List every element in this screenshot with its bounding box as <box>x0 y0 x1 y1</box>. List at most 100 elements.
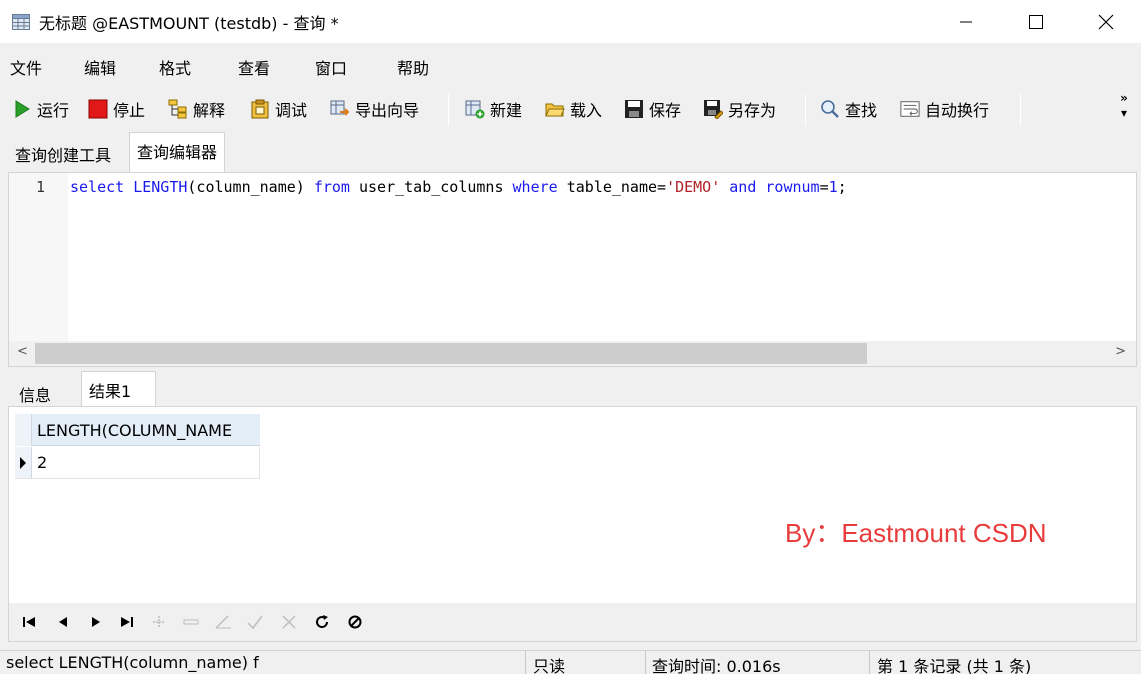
find-label: 查找 <box>845 101 878 120</box>
code-token: where <box>512 178 558 196</box>
line-gutter: 1 <box>9 173 68 341</box>
delete-record-icon[interactable] <box>181 613 201 631</box>
new-query-icon <box>465 99 485 119</box>
scrollbar-thumb[interactable] <box>35 343 867 364</box>
run-label: 运行 <box>37 101 70 120</box>
minimize-button[interactable] <box>931 0 1001 43</box>
previous-record-icon[interactable] <box>53 613 73 631</box>
save-button[interactable]: 保存 <box>624 96 681 122</box>
sql-editor[interactable]: 1 select LENGTH(column_name) from user_t… <box>8 172 1137 367</box>
debug-icon <box>250 99 270 119</box>
next-record-icon[interactable] <box>86 613 106 631</box>
export-wizard-button[interactable]: 导出向导 <box>330 96 419 122</box>
grid-corner <box>15 414 32 446</box>
debug-label: 调试 <box>275 101 308 120</box>
status-divider <box>525 651 526 674</box>
close-icon <box>1098 14 1114 29</box>
overflow-chevron-icon: » <box>1120 91 1128 105</box>
menu-view[interactable]: 查看 <box>238 55 270 79</box>
code-token: table_name= <box>557 178 667 196</box>
word-wrap-label: 自动换行 <box>925 101 990 120</box>
add-record-icon[interactable] <box>149 613 169 631</box>
last-record-icon[interactable] <box>117 613 137 631</box>
save-label: 保存 <box>649 101 682 120</box>
window-title: 无标题 @EASTMOUNT (testdb) - 查询 * <box>39 13 339 33</box>
stop-icon <box>88 99 108 119</box>
toolbar: 运行 停止 解释 调试 导出向导 新建 载入 保存 另存为 查找 自动换行 » … <box>0 87 1141 131</box>
watermark-text: By：Eastmount CSDN <box>785 518 1047 548</box>
row-indicator <box>15 447 32 478</box>
column-header[interactable]: LENGTH(COLUMN_NAME <box>37 421 259 440</box>
load-label: 载入 <box>570 101 603 120</box>
current-row-arrow-icon <box>20 456 26 469</box>
explain-tree-icon <box>168 99 188 119</box>
refresh-icon[interactable] <box>312 613 332 631</box>
save-as-label: 另存为 <box>728 101 777 120</box>
overflow-dropdown-icon: ▾ <box>1120 106 1128 120</box>
menu-window[interactable]: 窗口 <box>315 55 347 79</box>
apply-changes-icon[interactable] <box>245 613 265 631</box>
run-button[interactable]: 运行 <box>12 96 69 122</box>
scroll-left-icon[interactable]: < <box>17 344 28 359</box>
explain-label: 解释 <box>193 101 226 120</box>
code-token: 'DEMO' <box>666 178 721 196</box>
menu-edit[interactable]: 编辑 <box>84 55 116 79</box>
code-token: rownum <box>765 178 820 196</box>
menu-file[interactable]: 文件 <box>10 55 42 79</box>
code-token: select <box>70 178 125 196</box>
export-wizard-label: 导出向导 <box>355 101 420 120</box>
code-token: 1 <box>828 178 838 196</box>
explain-button[interactable]: 解释 <box>168 96 225 122</box>
new-button[interactable]: 新建 <box>465 96 522 122</box>
tab-query-builder[interactable]: 查询创建工具 <box>8 136 118 172</box>
status-sql: select LENGTH(column_name) f <box>6 653 259 672</box>
toolbar-divider <box>805 94 806 126</box>
editor-horizontal-scrollbar[interactable]: < > <box>9 341 1136 366</box>
menu-format[interactable]: 格式 <box>159 55 191 79</box>
stop-button[interactable]: 停止 <box>88 96 145 122</box>
menu-help[interactable]: 帮助 <box>397 55 429 79</box>
save-disk-icon <box>624 99 644 119</box>
status-bar: select LENGTH(column_name) f 只读 查询时间: 0.… <box>0 650 1141 674</box>
title-bar: 无标题 @EASTMOUNT (testdb) - 查询 * <box>0 0 1141 43</box>
code-token: user_tab_columns <box>349 178 513 196</box>
tab-info[interactable]: 信息 <box>12 376 58 406</box>
load-button[interactable]: 载入 <box>545 96 602 122</box>
status-record: 第 1 条记录 (共 1 条) <box>877 657 1032 674</box>
results-panel: LENGTH(COLUMN_NAME 2 By：Eastmount CSDN <box>8 406 1137 642</box>
minimize-icon <box>960 21 972 22</box>
status-divider <box>869 651 870 674</box>
save-as-icon <box>703 99 723 119</box>
new-label: 新建 <box>490 101 523 120</box>
word-wrap-button[interactable]: 自动换行 <box>900 96 989 122</box>
toolbar-divider <box>1020 94 1021 126</box>
discard-changes-icon[interactable] <box>279 613 299 631</box>
find-button[interactable]: 查找 <box>820 96 877 122</box>
code-line[interactable]: select LENGTH(column_name) from user_tab… <box>70 178 847 196</box>
close-button[interactable] <box>1071 0 1141 43</box>
tab-query-editor[interactable]: 查询编辑器 <box>129 132 226 173</box>
edit-record-icon[interactable] <box>213 613 233 631</box>
code-token: and <box>729 178 757 196</box>
table-row[interactable]: 2 <box>15 447 260 479</box>
table-cell[interactable]: 2 <box>37 453 47 472</box>
status-query-time: 查询时间: 0.016s <box>652 657 781 674</box>
first-record-icon[interactable] <box>19 613 39 631</box>
toolbar-divider <box>448 94 449 126</box>
maximize-button[interactable] <box>1001 0 1071 43</box>
status-divider <box>645 651 646 674</box>
code-token: = <box>819 178 829 196</box>
code-token: from <box>313 178 350 196</box>
export-icon <box>330 99 350 119</box>
tab-result-1[interactable]: 结果1 <box>81 371 156 407</box>
scroll-right-icon[interactable]: > <box>1115 344 1126 359</box>
debug-button[interactable]: 调试 <box>250 96 307 122</box>
toolbar-overflow-button[interactable]: » ▾ <box>1117 91 1131 129</box>
save-as-button[interactable]: 另存为 <box>703 96 776 122</box>
search-icon <box>820 99 840 119</box>
maximize-icon <box>1029 14 1043 29</box>
stop-fetch-icon[interactable] <box>345 613 365 631</box>
word-wrap-icon <box>900 99 920 119</box>
